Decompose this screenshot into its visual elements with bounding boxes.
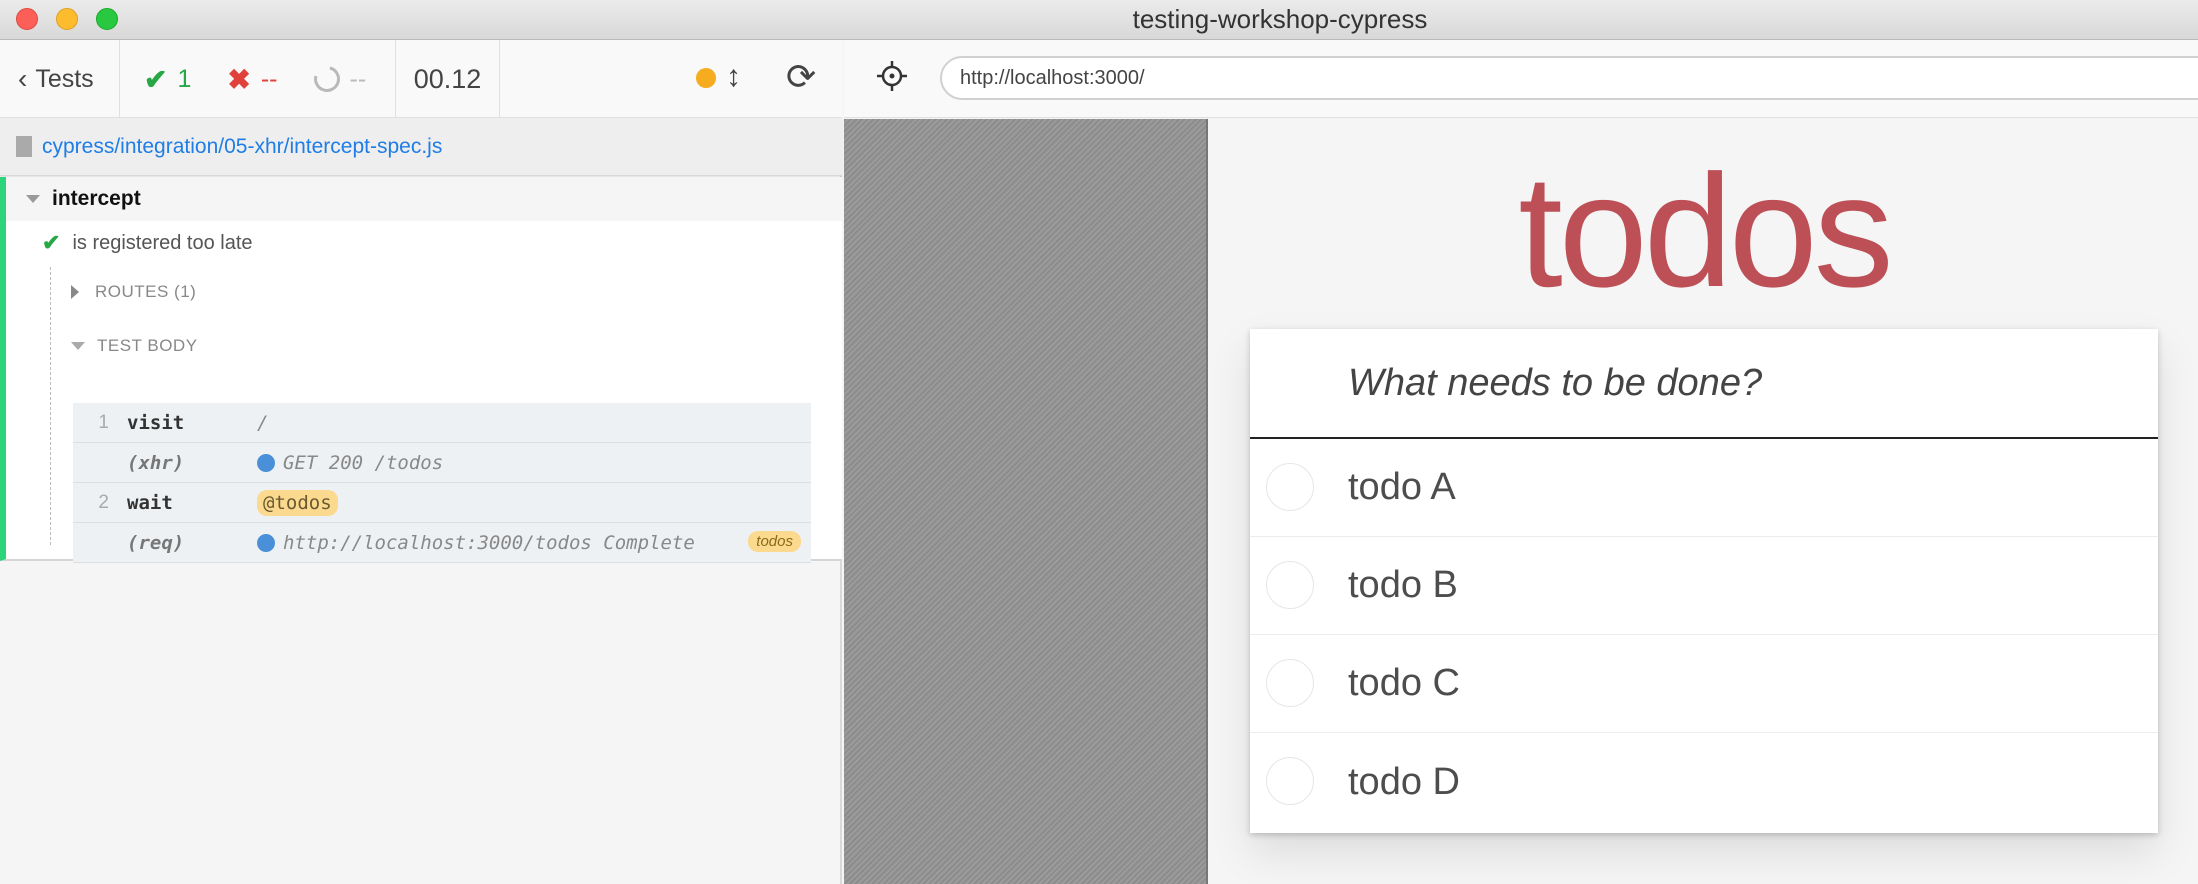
suite-runnable: intercept ✔ is registered too late ROUTE… (0, 177, 842, 563)
todo-item[interactable]: todo A (1250, 439, 2158, 537)
command-row[interactable]: (req) http://localhost:3000/todos Comple… (73, 523, 811, 563)
duration: 00.12 (396, 40, 500, 118)
reload-button[interactable]: ⟳ (786, 56, 816, 98)
spinner-icon (308, 61, 345, 97)
aut-header: http://localhost:3000/ (844, 40, 2198, 118)
test-details: ROUTES (1) TEST BODY 1 visit / (xhr) GET… (50, 267, 820, 563)
command-name: (req) (127, 531, 185, 554)
todo-label: todo D (1348, 760, 1460, 803)
todo-toggle-checkbox[interactable] (1266, 561, 1314, 609)
todo-toggle-checkbox[interactable] (1266, 757, 1314, 805)
command-number: 2 (98, 491, 109, 513)
check-icon: ✔ (144, 63, 168, 95)
todo-toggle-checkbox[interactable] (1266, 659, 1314, 707)
failed-count: -- (260, 64, 278, 93)
failed-stat: ✖ -- (227, 63, 277, 96)
reporter-header: ‹ Tests ✔ 1 ✖ -- -- 00.12 ↕ ⟳ (0, 40, 842, 118)
passed-stat: ✔ 1 (144, 63, 191, 96)
status-dot-icon (257, 453, 275, 472)
test-body-label: TEST BODY (97, 336, 198, 355)
suite-title: intercept (52, 187, 141, 210)
suite-header[interactable]: intercept (6, 177, 842, 221)
todo-label: todo B (1348, 564, 1458, 606)
routes-label: ROUTES (1) (95, 282, 197, 301)
command-name: wait (127, 491, 173, 514)
routes-toggle[interactable]: ROUTES (1) (51, 267, 820, 317)
spec-file-bar: cypress/integration/05-xhr/intercept-spe… (0, 118, 842, 176)
pending-count: -- (349, 64, 367, 93)
spec-path-link[interactable]: cypress/integration/05-xhr/intercept-spe… (42, 135, 442, 159)
expand-arrows-icon[interactable]: ↕ (726, 60, 741, 94)
selector-playground-icon[interactable] (874, 58, 910, 94)
stats-bar: ✔ 1 ✖ -- -- (120, 40, 396, 118)
command-message: http://localhost:3000/todos Complete (257, 532, 695, 554)
x-icon: ✖ (227, 63, 251, 95)
todo-label: todo A (1348, 466, 1456, 508)
tests-back-button[interactable]: ‹ Tests (0, 40, 120, 118)
todo-item[interactable]: todo D (1250, 733, 2158, 831)
todo-app: What needs to be done? todo A todo B tod… (1250, 329, 2158, 833)
command-message-text: http://localhost:3000/todos Complete (283, 531, 695, 554)
command-name: visit (127, 411, 185, 434)
app-title: todos (1518, 141, 1893, 320)
reporter-panel: ‹ Tests ✔ 1 ✖ -- -- 00.12 ↕ ⟳ cypress/in… (0, 40, 842, 884)
todo-label: todo C (1348, 662, 1460, 704)
test-body-toggle[interactable]: TEST BODY (51, 321, 820, 371)
test-title: is registered too late (72, 231, 253, 254)
command-name: (xhr) (127, 451, 185, 474)
command-log: 1 visit / (xhr) GET 200 /todos 2 wait @t… (73, 403, 811, 563)
command-message: @todos (257, 489, 338, 516)
pending-stat: -- (308, 61, 367, 97)
window-title: testing-workshop-cypress (1132, 4, 1428, 34)
tests-label: Tests (35, 64, 94, 93)
alias-badge: @todos (257, 489, 338, 516)
new-todo-input[interactable]: What needs to be done? (1250, 329, 2158, 439)
caret-down-icon (71, 342, 85, 350)
alias-tag: todos (748, 531, 801, 552)
todo-item[interactable]: todo B (1250, 537, 2158, 635)
command-row[interactable]: 2 wait @todos (73, 483, 811, 523)
test-header[interactable]: ✔ is registered too late (6, 221, 842, 265)
chevron-left-icon: ‹ (18, 63, 28, 94)
todo-toggle-checkbox[interactable] (1266, 463, 1314, 511)
running-indicator-icon[interactable] (696, 68, 716, 88)
file-icon (16, 136, 32, 157)
url-bar[interactable]: http://localhost:3000/ (940, 56, 2198, 100)
command-number: 1 (98, 411, 109, 433)
command-message: GET 200 /todos (257, 452, 443, 474)
caret-right-icon (71, 285, 79, 299)
todo-item[interactable]: todo C (1250, 635, 2158, 733)
command-row[interactable]: (xhr) GET 200 /todos (73, 443, 811, 483)
check-icon: ✔ (42, 230, 61, 255)
aut-iframe: todos What needs to be done? todo A todo… (1206, 119, 2198, 884)
caret-down-icon (26, 195, 40, 203)
status-dot-icon (257, 533, 275, 552)
command-row[interactable]: 1 visit / (73, 403, 811, 443)
passed-count: 1 (177, 64, 192, 93)
window-titlebar: testing-workshop-cypress (0, 0, 2198, 40)
command-message: / (257, 411, 269, 434)
command-message-text: GET 200 /todos (283, 451, 444, 474)
